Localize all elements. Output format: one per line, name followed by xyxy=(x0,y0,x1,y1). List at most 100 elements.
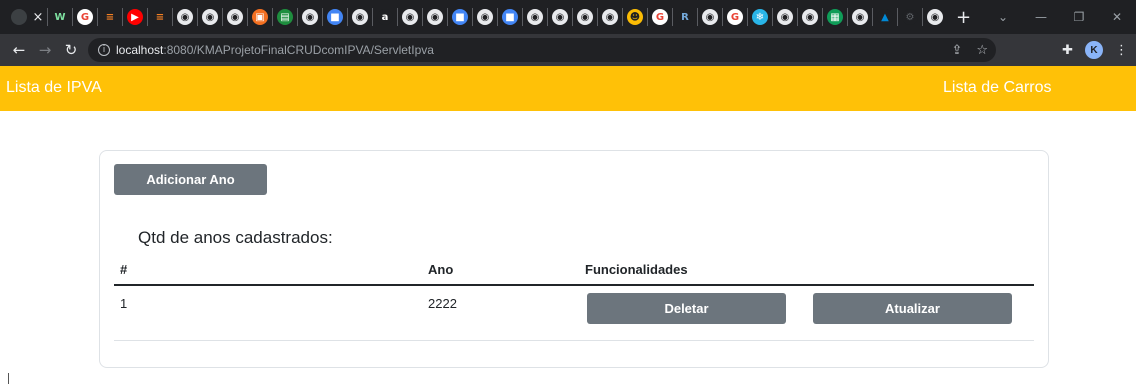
github-favicon[interactable]: ◉ xyxy=(577,9,593,25)
site-info-icon[interactable]: i xyxy=(98,44,110,56)
tab-separator xyxy=(672,8,673,26)
tab-separator xyxy=(597,8,598,26)
delete-button[interactable]: Deletar xyxy=(587,293,786,324)
azure-favicon[interactable]: ▲ xyxy=(877,9,893,25)
tab-separator xyxy=(97,8,98,26)
github-favicon[interactable]: ◉ xyxy=(352,9,368,25)
bookmark-star-icon[interactable]: ☆ xyxy=(976,43,988,58)
google-favicon[interactable]: G xyxy=(727,9,743,25)
back-arrow-icon[interactable]: ← xyxy=(6,41,32,59)
github-favicon[interactable]: ◉ xyxy=(527,9,543,25)
github-favicon[interactable]: ◉ xyxy=(702,9,718,25)
restore-icon[interactable]: ❐ xyxy=(1060,10,1098,24)
github-favicon[interactable]: ◉ xyxy=(427,9,443,25)
update-button[interactable]: Atualizar xyxy=(813,293,1012,324)
tab-separator xyxy=(497,8,498,26)
tab-separator xyxy=(747,8,748,26)
browser-tab-strip: × W G ≡ ▶ ≡ ◉ ◉ ◉ ▣ ▤ ◉ ■ ◉ a ◉ ◉ ■ ◉ ■ ◉ ◉ ◉ ◉ ☻ G R ◉ G ❄ ◉ ◉ ▦ ◉ ▲ ⚙ ◉ +… xyxy=(0,0,1136,34)
tab-separator xyxy=(172,8,173,26)
tab-separator xyxy=(222,8,223,26)
new-tab-icon[interactable]: + xyxy=(956,7,971,28)
tab-separator xyxy=(622,8,623,26)
active-tab-favicon[interactable] xyxy=(11,9,27,25)
reload-icon[interactable]: ↻ xyxy=(58,41,84,59)
tab-separator xyxy=(472,8,473,26)
amazon-favicon[interactable]: a xyxy=(377,9,393,25)
minimize-icon[interactable]: — xyxy=(1022,10,1060,24)
github-favicon[interactable]: ◉ xyxy=(802,9,818,25)
tab-close-icon[interactable]: × xyxy=(30,10,46,25)
tab-separator xyxy=(847,8,848,26)
url-path: :8080/KMAProjetoFinalCRUDcomIPVA/Servlet… xyxy=(163,43,434,57)
stack-favicon[interactable]: ≡ xyxy=(102,9,118,25)
text-cursor xyxy=(8,373,9,384)
tab-separator xyxy=(147,8,148,26)
table-header-num: # xyxy=(120,262,128,277)
rstudio-favicon[interactable]: R xyxy=(677,9,693,25)
tab-separator xyxy=(247,8,248,26)
meet-favicon[interactable]: ■ xyxy=(452,9,468,25)
github-favicon[interactable]: ◉ xyxy=(177,9,193,25)
navbar-brand[interactable]: Lista de IPVA xyxy=(6,79,102,97)
nav-link-lista-carros[interactable]: Lista de Carros xyxy=(943,79,1052,97)
github-favicon[interactable]: ◉ xyxy=(227,9,243,25)
table-header-ano: Ano xyxy=(428,262,454,277)
add-year-button[interactable]: Adicionar Ano xyxy=(114,164,267,195)
tab-separator xyxy=(422,8,423,26)
meet-favicon[interactable]: ■ xyxy=(502,9,518,25)
github-favicon[interactable]: ◉ xyxy=(852,9,868,25)
tab-separator xyxy=(397,8,398,26)
tab-separator xyxy=(772,8,773,26)
tab-separator xyxy=(447,8,448,26)
share-icon[interactable]: ⇪ xyxy=(951,43,962,58)
tab-search-icon[interactable]: ⌄ xyxy=(984,10,1022,24)
tab-separator xyxy=(722,8,723,26)
close-window-icon[interactable]: ✕ xyxy=(1098,10,1136,24)
google-favicon[interactable]: G xyxy=(652,9,668,25)
youtube-favicon[interactable]: ▶ xyxy=(127,9,143,25)
tab-separator xyxy=(372,8,373,26)
github-favicon[interactable]: ◉ xyxy=(402,9,418,25)
window-controls: ⌄ — ❐ ✕ xyxy=(984,0,1136,34)
github-favicon[interactable]: ◉ xyxy=(477,9,493,25)
tab-separator xyxy=(647,8,648,26)
google-favicon[interactable]: G xyxy=(77,9,93,25)
profile-avatar[interactable]: K xyxy=(1085,41,1103,59)
app-navbar: Lista de IPVA Lista de Carros xyxy=(0,66,1136,111)
chrome-favicon[interactable]: ⚙ xyxy=(902,9,918,25)
tab-separator xyxy=(797,8,798,26)
tab-separator xyxy=(922,8,923,26)
tab-separator xyxy=(822,8,823,26)
sheets-favicon[interactable]: ▦ xyxy=(827,9,843,25)
github-favicon[interactable]: ◉ xyxy=(202,9,218,25)
omnibox-actions: ⇪ ☆ xyxy=(951,38,988,62)
tab-separator xyxy=(122,8,123,26)
forward-arrow-icon[interactable]: → xyxy=(32,41,58,59)
snowflake-favicon[interactable]: ❄ xyxy=(752,9,768,25)
table-cell-num: 1 xyxy=(120,296,128,311)
browser-toolbar: ← → ↻ i localhost:8080/KMAProjetoFinalCR… xyxy=(0,34,1136,66)
meet-favicon[interactable]: ■ xyxy=(327,9,343,25)
toolbar-actions: ✚ K ⋮ xyxy=(1062,34,1128,66)
table-cell-ano: 2222 xyxy=(428,296,457,311)
address-bar[interactable]: i localhost:8080/KMAProjetoFinalCRUDcomI… xyxy=(88,38,996,62)
github-favicon[interactable]: ◉ xyxy=(552,9,568,25)
github-favicon[interactable]: ◉ xyxy=(927,9,943,25)
tab-list: × W G ≡ ▶ ≡ ◉ ◉ ◉ ▣ ▤ ◉ ■ ◉ a ◉ ◉ ■ ◉ ■ ◉ ◉ ◉ ◉ ☻ G R ◉ G ❄ ◉ ◉ ▦ ◉ ▲ ⚙ ◉ xyxy=(0,0,946,34)
github-favicon[interactable]: ◉ xyxy=(602,9,618,25)
tab-separator xyxy=(297,8,298,26)
stack-favicon[interactable]: ≡ xyxy=(152,9,168,25)
orange-favicon[interactable]: ▣ xyxy=(252,9,268,25)
tab-separator xyxy=(347,8,348,26)
tab-separator xyxy=(72,8,73,26)
classroom-favicon[interactable]: ▤ xyxy=(277,9,293,25)
tab-separator xyxy=(872,8,873,26)
wix-favicon[interactable]: W xyxy=(52,9,68,25)
github-favicon[interactable]: ◉ xyxy=(302,9,318,25)
github-favicon[interactable]: ◉ xyxy=(777,9,793,25)
smiley-favicon[interactable]: ☻ xyxy=(627,9,643,25)
tab-separator xyxy=(272,8,273,26)
menu-kebab-icon[interactable]: ⋮ xyxy=(1115,43,1128,58)
tab-separator xyxy=(572,8,573,26)
extensions-puzzle-icon[interactable]: ✚ xyxy=(1062,43,1073,58)
